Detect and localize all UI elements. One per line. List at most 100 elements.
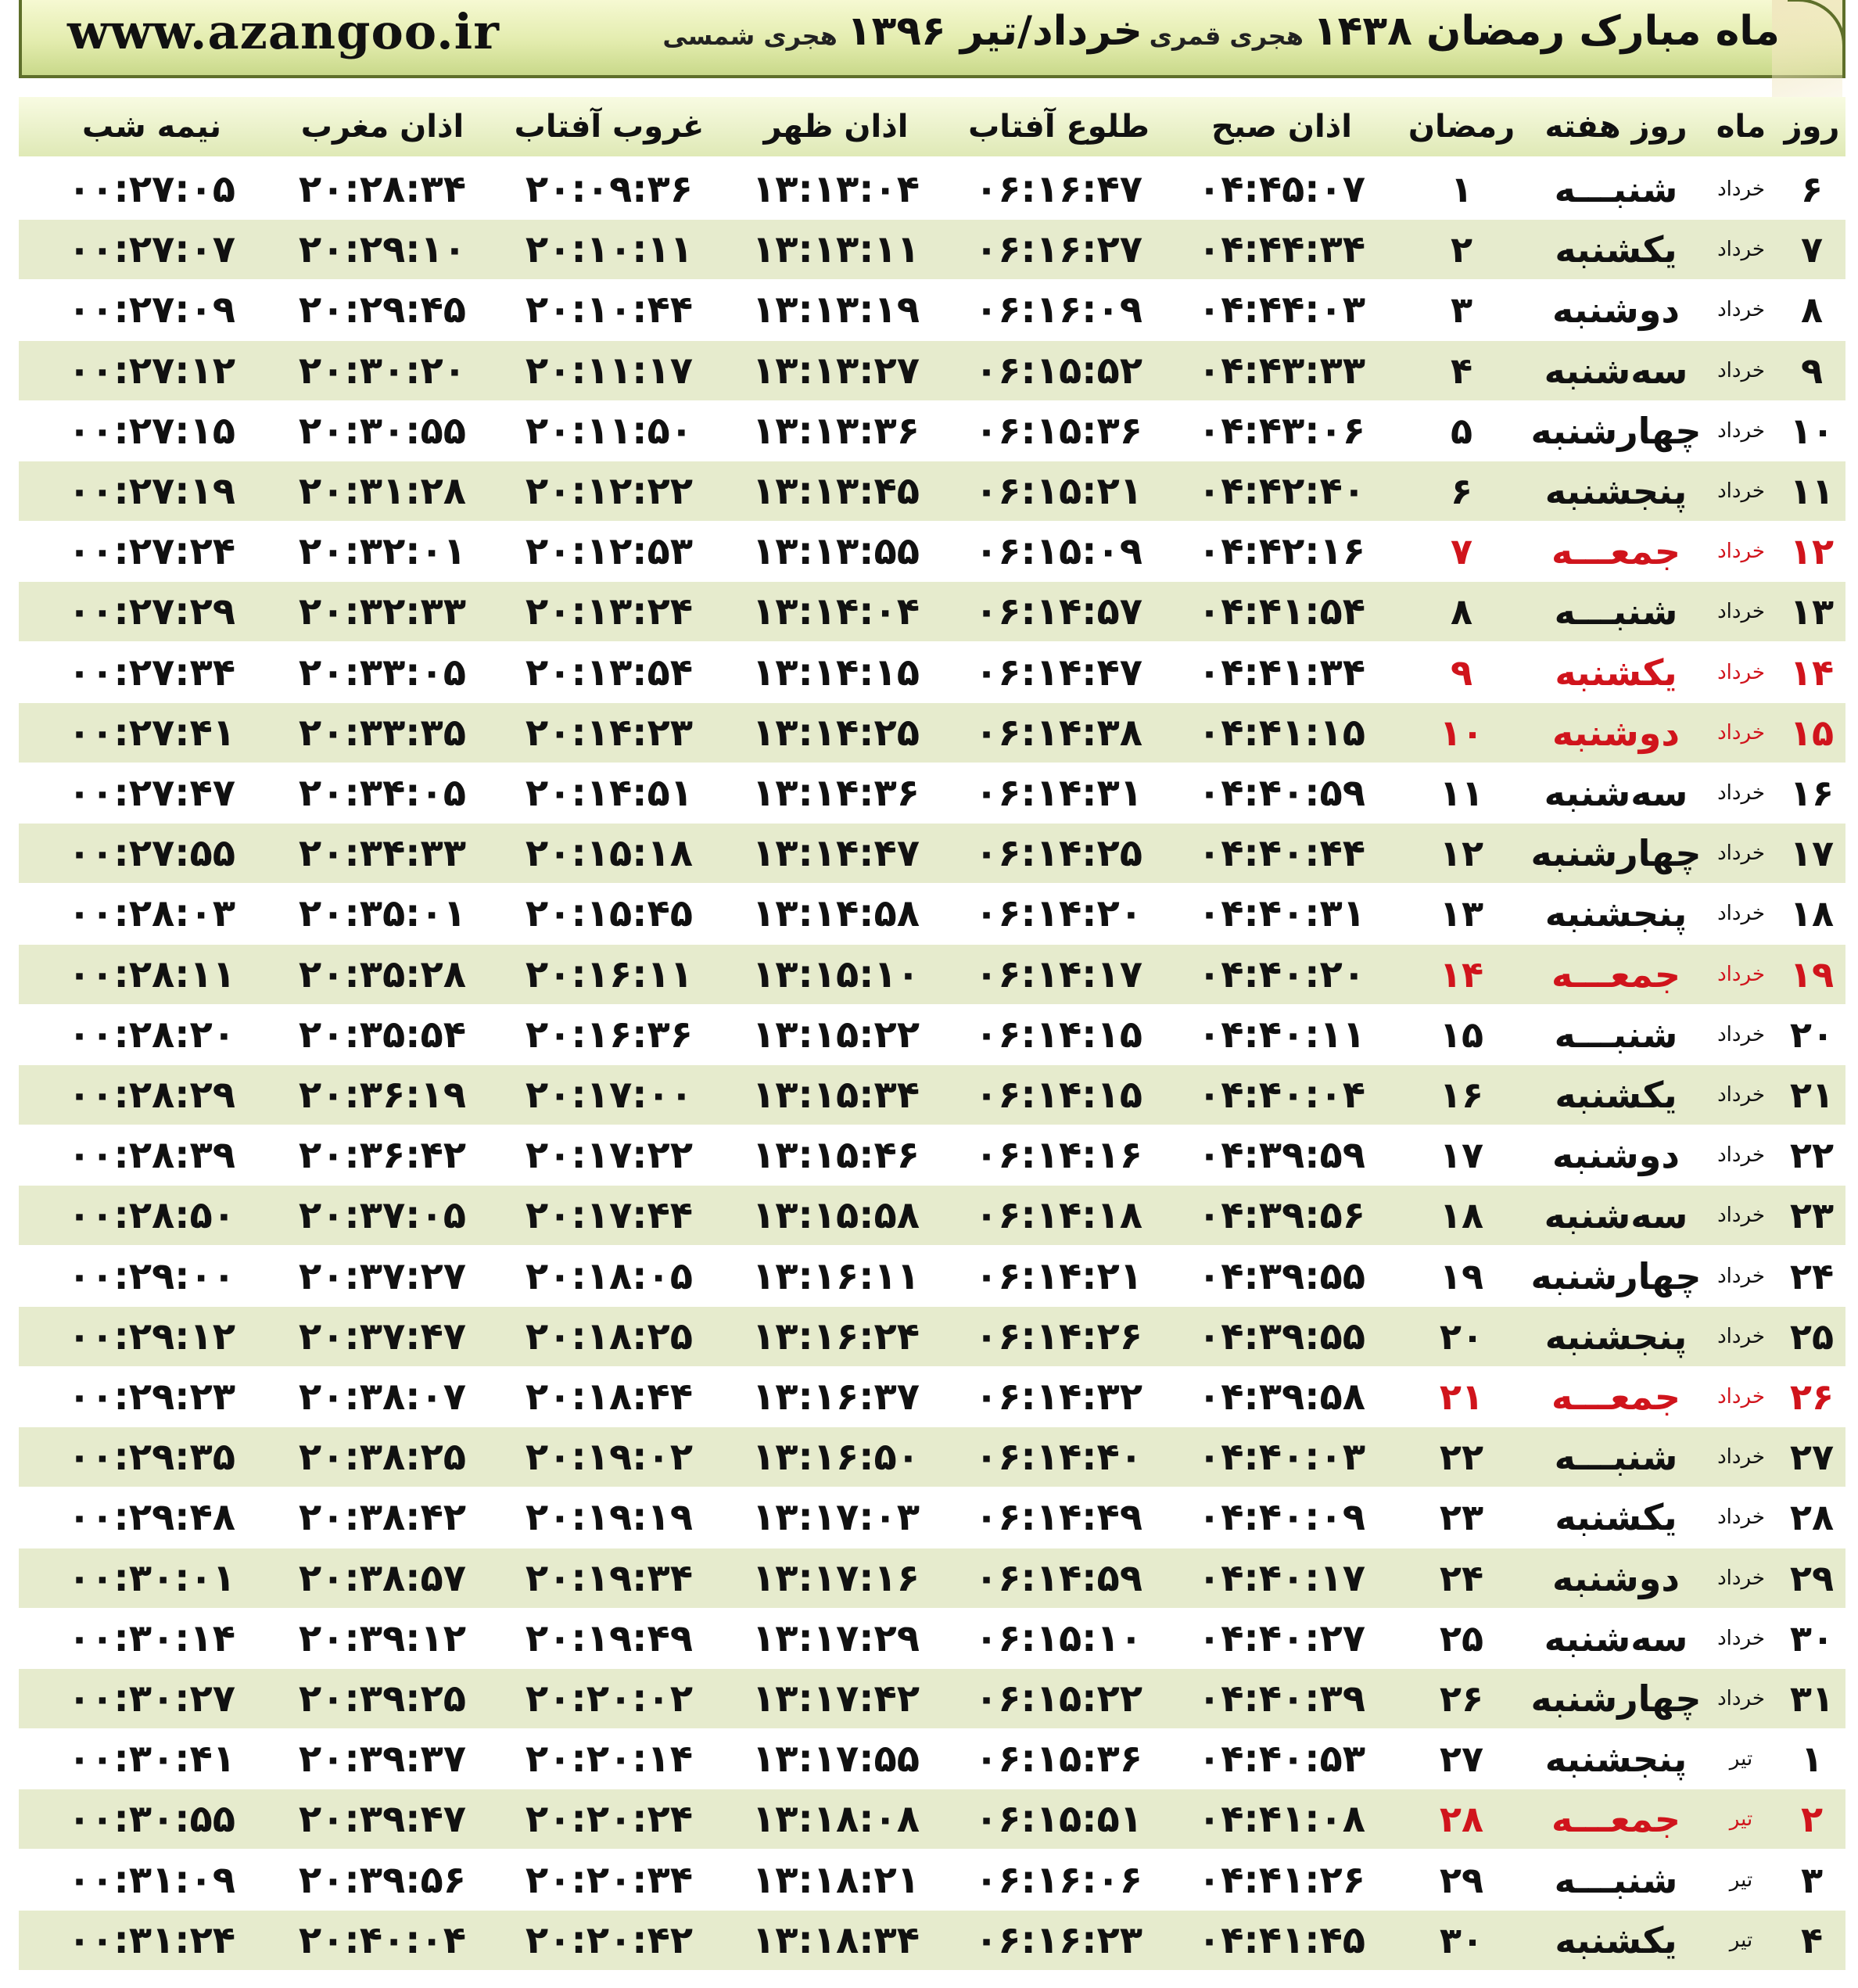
cell-day: ۹ <box>1800 350 1824 392</box>
cell-day: ۶ <box>1800 168 1824 210</box>
cell-maghrib: ۲۰:۳۳:۰۵ <box>298 651 467 694</box>
cell-sunset: ۲۰:۱۴:۲۳ <box>525 711 694 755</box>
cell-month: خرداد <box>1717 1385 1765 1408</box>
cell-dhuhr: ۱۳:۱۵:۴۶ <box>751 1133 920 1177</box>
cell-fajr: ۰۴:۴۱:۴۵ <box>1197 1918 1366 1962</box>
cell-ramadan: ۲ <box>1450 228 1473 271</box>
cell-weekday: یکشنبه <box>1555 228 1677 271</box>
cell-maghrib: ۲۰:۳۸:۲۵ <box>298 1435 467 1479</box>
cell-sunrise: ۰۶:۱۵:۰۹ <box>974 529 1143 573</box>
cell-maghrib: ۲۰:۳۰:۲۰ <box>298 349 467 393</box>
cell-maghrib: ۲۰:۳۰:۵۵ <box>298 409 467 453</box>
cell-day: ۲۳ <box>1789 1194 1835 1236</box>
cell-fajr: ۰۴:۴۱:۰۸ <box>1197 1797 1366 1841</box>
cell-sunset: ۲۰:۱۷:۲۲ <box>525 1133 694 1177</box>
cell-sunset: ۲۰:۱۸:۰۵ <box>525 1254 694 1298</box>
cell-month: تیر <box>1729 1868 1753 1892</box>
cell-month: خرداد <box>1717 661 1765 684</box>
site-url: www.azangoo.ir <box>67 3 500 60</box>
cell-fajr: ۰۴:۴۱:۱۵ <box>1197 711 1366 755</box>
header-month: ماه <box>1716 109 1767 145</box>
cell-day: ۳ <box>1800 1859 1824 1901</box>
cell-day: ۲۱ <box>1789 1074 1835 1116</box>
cell-sunrise: ۰۶:۱۶:۰۶ <box>974 1858 1143 1902</box>
cell-weekday: چهارشنبه <box>1530 1678 1702 1720</box>
cell-midnight: ۰۰:۲۷:۰۹ <box>67 288 236 332</box>
cell-midnight: ۰۰:۲۹:۴۸ <box>67 1495 236 1539</box>
cell-ramadan: ۱۰ <box>1439 712 1484 754</box>
cell-fajr: ۰۴:۴۱:۳۴ <box>1197 651 1366 694</box>
cell-month: خرداد <box>1717 721 1765 745</box>
cell-maghrib: ۲۰:۳۱:۲۸ <box>298 469 467 513</box>
cell-dhuhr: ۱۳:۱۳:۱۹ <box>751 288 920 332</box>
cell-maghrib: ۲۰:۳۴:۳۳ <box>298 831 467 875</box>
cell-sunset: ۲۰:۱۴:۵۱ <box>525 771 694 815</box>
cell-sunset: ۲۰:۱۲:۵۳ <box>525 529 694 573</box>
cell-month: خرداد <box>1717 1143 1765 1167</box>
cell-midnight: ۰۰:۲۹:۱۲ <box>67 1315 236 1358</box>
cell-month: خرداد <box>1717 1083 1765 1107</box>
cell-weekday: یکشنبه <box>1555 1074 1677 1116</box>
cell-sunset: ۲۰:۱۵:۴۵ <box>525 892 694 935</box>
cell-weekday: سه‌شنبه <box>1544 350 1688 392</box>
cell-maghrib: ۲۰:۳۵:۲۸ <box>298 953 467 996</box>
cell-sunrise: ۰۶:۱۴:۵۹ <box>974 1556 1143 1600</box>
cell-fajr: ۰۴:۳۹:۵۵ <box>1197 1315 1366 1358</box>
cell-dhuhr: ۱۳:۱۴:۵۸ <box>751 892 920 935</box>
cell-fajr: ۰۴:۴۰:۱۱ <box>1197 1013 1366 1057</box>
cell-fajr: ۰۴:۴۲:۴۰ <box>1197 469 1366 513</box>
cell-dhuhr: ۱۳:۱۳:۳۶ <box>751 409 920 453</box>
cell-weekday: شنبـــه <box>1554 1014 1678 1056</box>
cell-weekday: جمعـــه <box>1551 1376 1681 1418</box>
cell-midnight: ۰۰:۲۸:۱۱ <box>67 953 236 996</box>
cell-weekday: جمعـــه <box>1551 1798 1681 1840</box>
cell-maghrib: ۲۰:۳۹:۳۷ <box>298 1737 467 1781</box>
cell-maghrib: ۲۰:۳۹:۲۵ <box>298 1677 467 1721</box>
cell-month: خرداد <box>1717 902 1765 925</box>
cell-weekday: دوشنبه <box>1552 1134 1680 1176</box>
table-row: ۱۴ خرداد یکشنبه ۹ ۰۴:۴۱:۳۴ ۰۶:۱۴:۴۷ ۱۳:۱۴:۱۵ ۲۰… <box>19 643 1845 702</box>
cell-dhuhr: ۱۳:۱۳:۱۱ <box>751 228 920 271</box>
cell-month: خرداد <box>1717 1204 1765 1227</box>
cell-ramadan: ۸ <box>1450 590 1473 633</box>
cell-maghrib: ۲۰:۲۹:۱۰ <box>298 228 467 271</box>
cell-ramadan: ۱ <box>1450 168 1473 210</box>
cell-month: تیر <box>1729 1747 1753 1771</box>
cell-sunrise: ۰۶:۱۵:۱۰ <box>974 1617 1143 1660</box>
cell-midnight: ۰۰:۳۱:۲۴ <box>67 1918 236 1962</box>
cell-dhuhr: ۱۳:۱۷:۵۵ <box>751 1737 920 1781</box>
cell-day: ۲۷ <box>1789 1436 1835 1478</box>
cell-dhuhr: ۱۳:۱۶:۲۴ <box>751 1315 920 1358</box>
cell-weekday: سه‌شنبه <box>1544 1617 1688 1660</box>
cell-ramadan: ۲۷ <box>1439 1738 1484 1780</box>
cell-maghrib: ۲۰:۳۸:۵۷ <box>298 1556 467 1600</box>
table-row: ۷ خرداد یکشنبه ۲ ۰۴:۴۴:۳۴ ۰۶:۱۶:۲۷ ۱۳:۱۳:۱۱ ۲۰:… <box>19 220 1845 279</box>
cell-maghrib: ۲۰:۳۹:۱۲ <box>298 1617 467 1660</box>
cell-day: ۱۸ <box>1789 892 1835 935</box>
cell-sunrise: ۰۶:۱۴:۱۸ <box>974 1193 1143 1237</box>
cell-sunrise: ۰۶:۱۵:۳۶ <box>974 409 1143 453</box>
cell-midnight: ۰۰:۲۷:۰۵ <box>67 167 236 211</box>
cell-month: خرداد <box>1717 781 1765 805</box>
table-row: ۱۶ خرداد سه‌شنبه ۱۱ ۰۴:۴۰:۵۹ ۰۶:۱۴:۳۱ ۱۳:۱۴:۳۶… <box>19 763 1845 823</box>
table-row: ۲۴ خرداد چهارشنبه ۱۹ ۰۴:۳۹:۵۵ ۰۶:۱۴:۲۱ ۱۳:۱۶:۱… <box>19 1247 1845 1306</box>
cell-sunset: ۲۰:۱۸:۴۴ <box>525 1375 694 1419</box>
cell-fajr: ۰۴:۴۰:۳۹ <box>1197 1677 1366 1721</box>
cell-ramadan: ۲۶ <box>1439 1678 1484 1720</box>
cell-sunset: ۲۰:۱۸:۲۵ <box>525 1315 694 1358</box>
table-row: ۸ خرداد دوشنبه ۳ ۰۴:۴۴:۰۳ ۰۶:۱۶:۰۹ ۱۳:۱۳:۱۹ ۲۰:… <box>19 280 1845 339</box>
cell-weekday: شنبـــه <box>1554 1436 1678 1478</box>
cell-weekday: شنبـــه <box>1554 168 1678 210</box>
cell-dhuhr: ۱۳:۱۴:۴۷ <box>751 831 920 875</box>
cell-midnight: ۰۰:۳۰:۲۷ <box>67 1677 236 1721</box>
cell-month: خرداد <box>1717 298 1765 321</box>
cell-maghrib: ۲۰:۳۹:۴۷ <box>298 1797 467 1841</box>
cell-ramadan: ۷ <box>1450 530 1473 572</box>
cell-dhuhr: ۱۳:۱۵:۵۸ <box>751 1193 920 1237</box>
cell-weekday: دوشنبه <box>1552 712 1680 754</box>
cell-dhuhr: ۱۳:۱۸:۳۴ <box>751 1918 920 1962</box>
cell-day: ۱۴ <box>1789 651 1835 694</box>
cell-sunset: ۲۰:۱۰:۴۴ <box>525 288 694 332</box>
cell-dhuhr: ۱۳:۱۵:۳۴ <box>751 1073 920 1117</box>
cell-fajr: ۰۴:۴۰:۰۳ <box>1197 1435 1366 1479</box>
